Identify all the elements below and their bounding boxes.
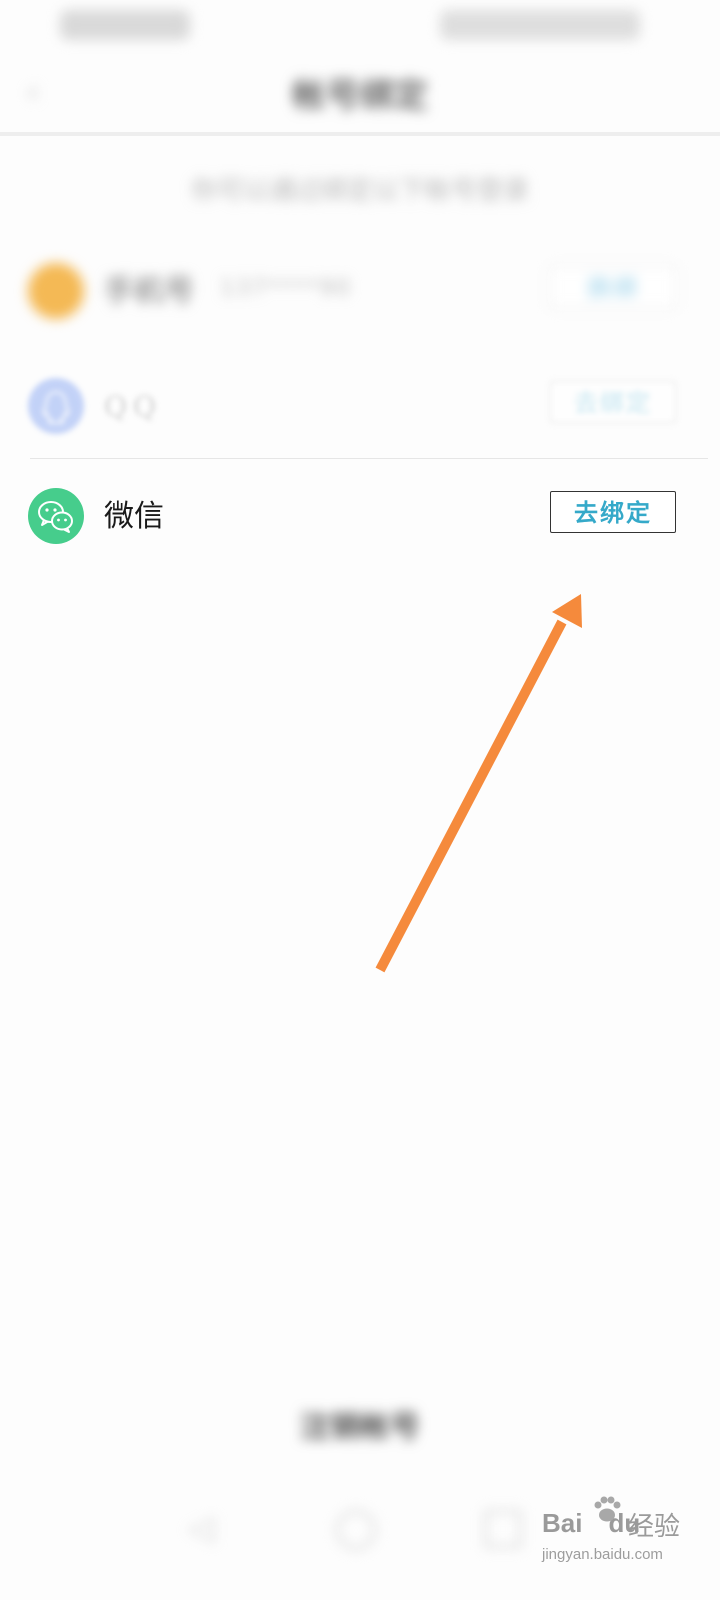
account-name-qq: QQ (104, 390, 162, 423)
qq-penguin-icon (28, 378, 84, 434)
change-phone-button[interactable]: 换绑 (550, 266, 676, 308)
account-row-wechat: 微信 去绑定 (0, 465, 720, 575)
nav-recent-apps-icon[interactable] (484, 1510, 522, 1548)
account-name-phone: 手机号 (104, 274, 194, 309)
bind-wechat-button[interactable]: 去绑定 (550, 491, 676, 533)
account-name-wechat: 微信 (104, 499, 164, 534)
bind-qq-button[interactable]: 去绑定 (550, 381, 676, 423)
status-carrier-info (60, 10, 190, 40)
watermark-brand-bai: Bai (542, 1508, 583, 1538)
header: ‹ 帐号绑定 (0, 50, 720, 136)
baidu-jingyan-watermark: Bai du 经验 jingyan.baidu.com (540, 1490, 720, 1580)
phone-icon (28, 263, 84, 319)
wechat-bubbles-glyph (38, 501, 73, 533)
page-title: 帐号绑定 (292, 76, 428, 116)
nav-back-icon[interactable]: ◁ (188, 1510, 224, 1546)
row-divider (30, 458, 708, 459)
qq-penguin-glyph (42, 390, 70, 424)
logout-account-button[interactable]: 注销帐号 (260, 1400, 460, 1456)
wechat-icon (28, 488, 84, 544)
baidu-paw-icon (594, 1496, 621, 1522)
account-binding-screen: ‹ 帐号绑定 你可以通过绑定以下帐号登录 手机号 137****90 换绑 QQ… (0, 0, 720, 1600)
watermark-url: jingyan.baidu.com (542, 1546, 663, 1563)
watermark-product: 经验 (628, 1512, 681, 1542)
back-arrow-icon[interactable]: ‹ (26, 74, 54, 110)
status-bar (0, 0, 720, 50)
account-row-qq: QQ 去绑定 (0, 355, 720, 465)
account-row-phone: 手机号 137****90 换绑 (0, 240, 720, 350)
phone-number: 137****90 (220, 276, 352, 301)
status-system-icons (440, 10, 640, 40)
binding-hint: 你可以通过绑定以下帐号登录 (190, 176, 529, 206)
nav-home-icon[interactable] (336, 1510, 376, 1550)
